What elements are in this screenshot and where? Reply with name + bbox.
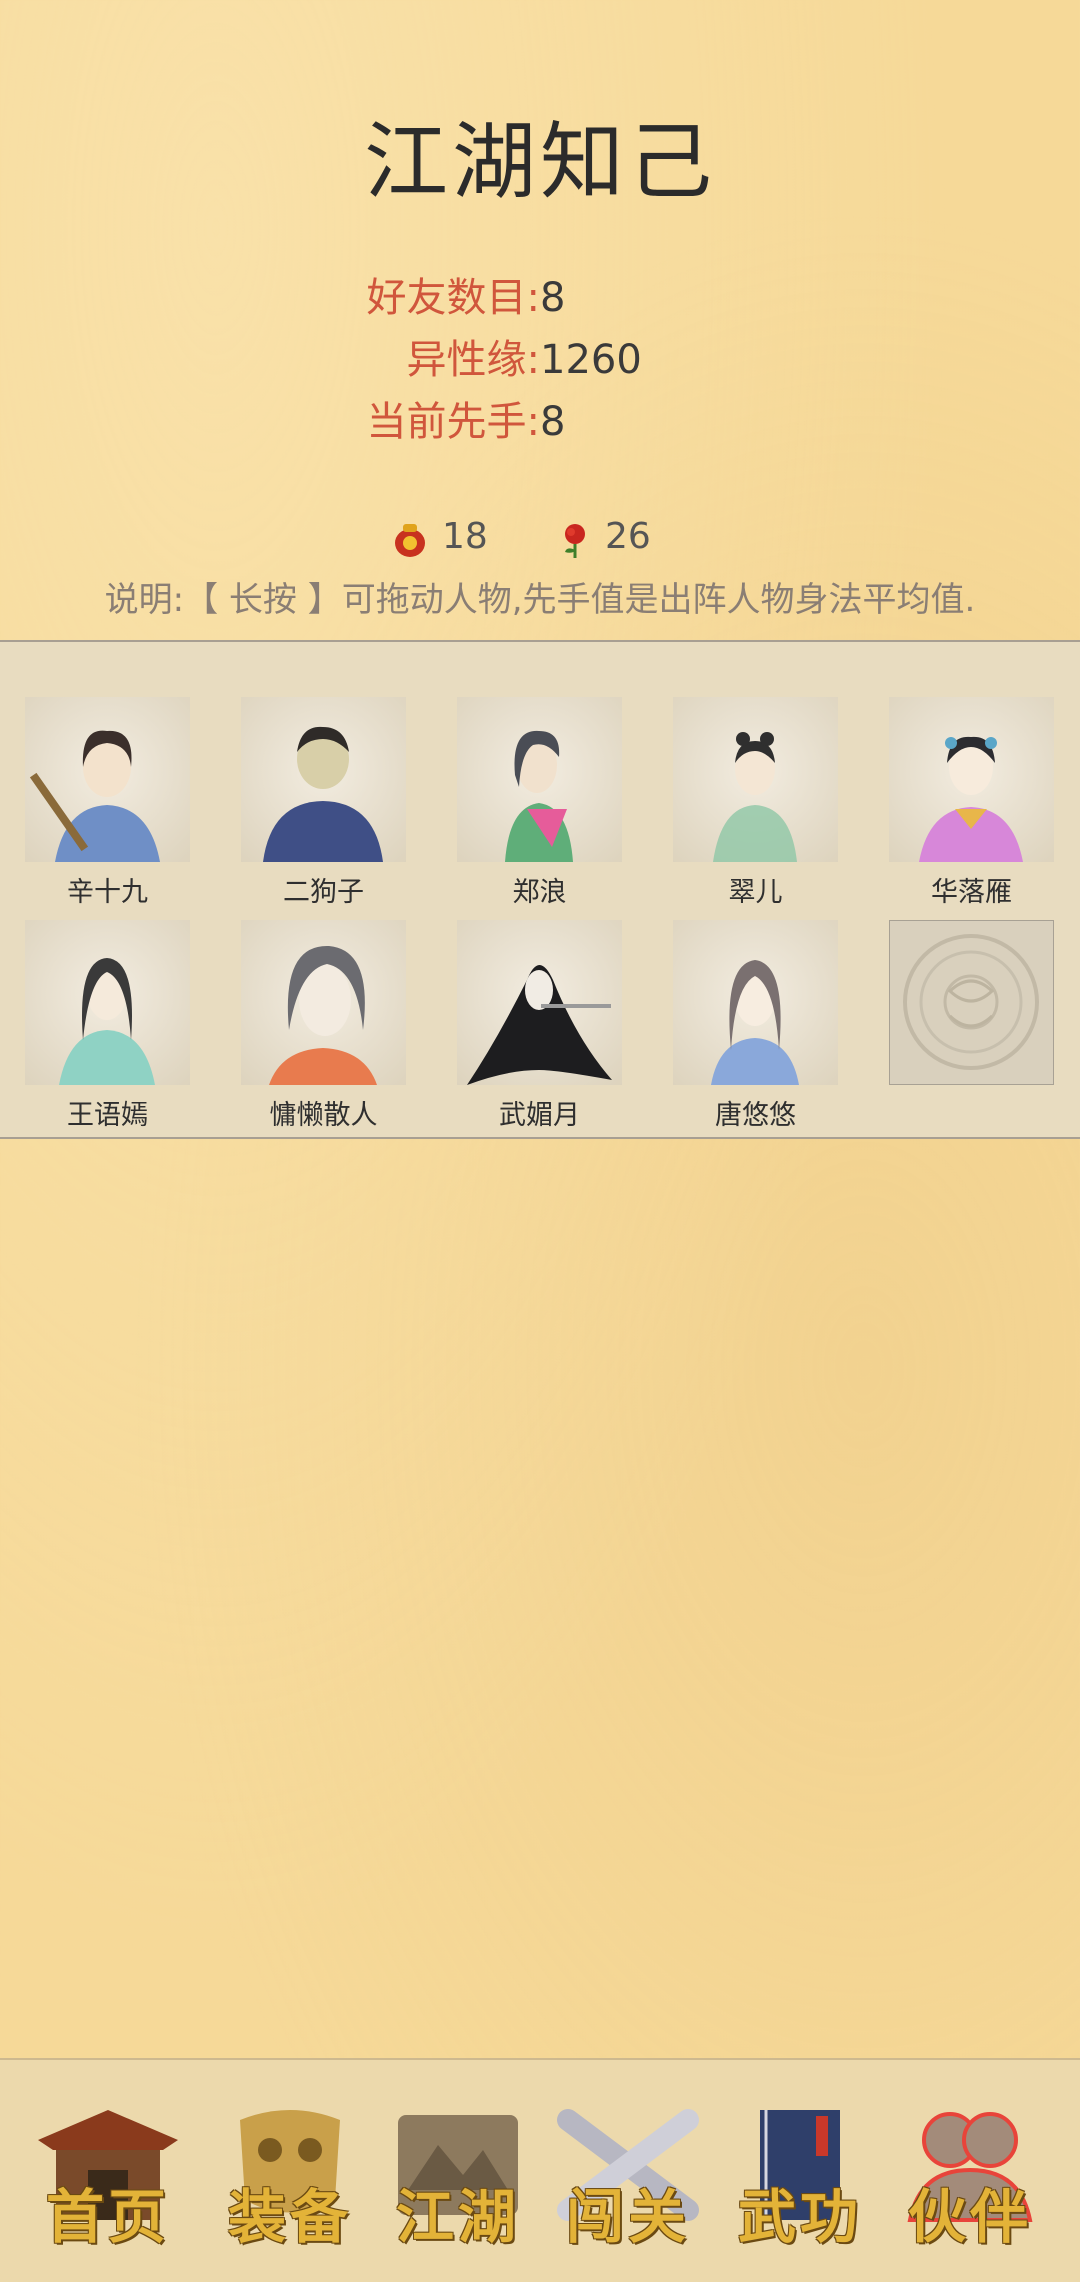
nav-equipment[interactable]: 装备	[210, 2100, 370, 2270]
nav-home[interactable]: 首页	[28, 2100, 188, 2270]
partner-card[interactable]: 郑浪	[457, 697, 622, 909]
jar-count: 18	[442, 516, 488, 557]
initiative-label: 当前先手:	[366, 399, 540, 445]
partner-portrait	[25, 697, 190, 862]
partner-portrait	[673, 920, 838, 1085]
wine-jar-icon	[395, 524, 425, 557]
partner-portrait	[25, 920, 190, 1085]
friends-count-label: 好友数目:	[366, 275, 540, 321]
instruction-note: 说明:【 长按 】可拖动人物,先手值是出阵人物身法平均值.	[104, 580, 976, 620]
rose-count: 26	[605, 516, 651, 557]
partner-card[interactable]: 华落雁	[889, 697, 1054, 909]
partner-card[interactable]: 翠儿	[673, 697, 838, 909]
partner-card[interactable]: 王语嫣	[25, 920, 190, 1132]
charm-label: 异性缘:	[406, 337, 540, 383]
partner-name: 王语嫣	[67, 1100, 148, 1131]
partner-name: 郑浪	[512, 877, 567, 908]
page-title: 江湖知己	[363, 113, 716, 211]
partner-name: 华落雁	[931, 877, 1012, 908]
partner-card[interactable]: 唐悠悠	[673, 920, 838, 1132]
empty-partner-slot[interactable]	[889, 920, 1054, 1085]
nav-challenge[interactable]: 闯关	[548, 2100, 708, 2270]
partner-portrait	[673, 697, 838, 862]
partner-panel: 辛十九 二狗子 郑浪 翠儿 华落雁 王语嫣 慵懒散人 武媚月 唐悠悠	[0, 640, 1080, 1139]
nav-martial-arts-label: 武功	[737, 2183, 862, 2251]
charm-value: 1260	[540, 337, 642, 383]
partner-name: 武媚月	[499, 1100, 580, 1131]
empty-slot-emblem	[889, 920, 1054, 1085]
resource-row: 18 26	[0, 510, 1080, 570]
bottom-nav: 首页 装备 江湖 闯关 武功 伙伴	[0, 2058, 1080, 2282]
nav-equipment-label: 装备	[227, 2183, 352, 2251]
partner-name: 慵懒散人	[269, 1100, 378, 1131]
partner-portrait	[889, 697, 1054, 862]
friends-count-value: 8	[540, 275, 566, 321]
nav-martial-arts[interactable]: 武功	[720, 2100, 880, 2270]
partner-portrait	[457, 920, 622, 1085]
partner-card[interactable]: 武媚月	[457, 920, 622, 1132]
partner-portrait	[241, 697, 406, 862]
nav-challenge-label: 闯关	[565, 2183, 690, 2251]
nav-home-label: 首页	[45, 2183, 170, 2251]
partner-portrait	[241, 920, 406, 1085]
partner-portrait	[457, 697, 622, 862]
nav-jianghu[interactable]: 江湖	[378, 2100, 538, 2270]
partner-name: 辛十九	[67, 877, 148, 908]
initiative-value: 8	[540, 399, 566, 445]
partner-card[interactable]: 辛十九	[25, 697, 190, 909]
nav-partners-label: 伙伴	[907, 2183, 1032, 2251]
partner-name: 二狗子	[283, 877, 364, 908]
partner-name: 翠儿	[728, 877, 783, 908]
partner-name: 唐悠悠	[715, 1100, 796, 1131]
partner-card[interactable]: 慵懒散人	[241, 920, 406, 1132]
rose-icon	[565, 524, 585, 558]
nav-jianghu-label: 江湖	[395, 2183, 520, 2251]
nav-partners[interactable]: 伙伴	[890, 2100, 1050, 2270]
partner-card[interactable]: 二狗子	[241, 697, 406, 909]
